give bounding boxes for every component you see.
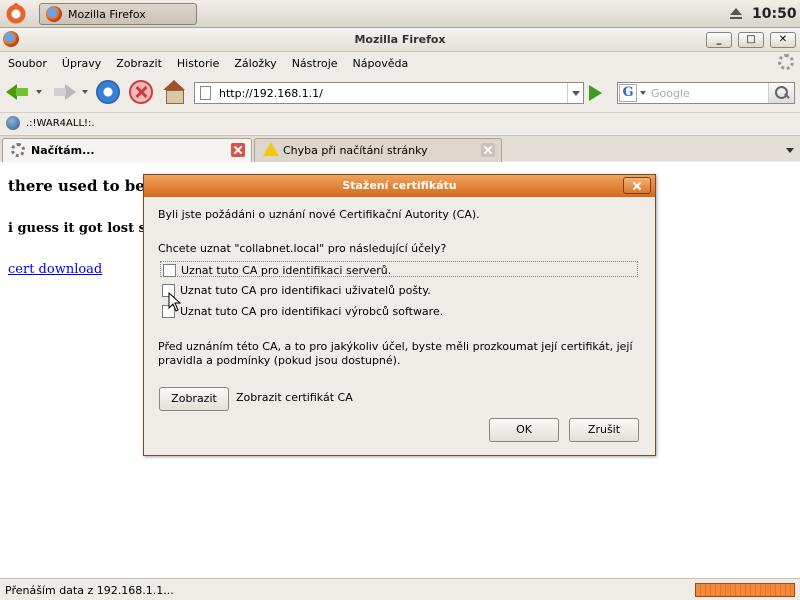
- ok-button[interactable]: OK: [489, 418, 559, 442]
- url-bar[interactable]: http://192.168.1.1/: [194, 82, 584, 104]
- tab-label: Načítám...: [31, 144, 95, 157]
- tab-list-dropdown-icon[interactable]: [780, 138, 800, 162]
- google-icon[interactable]: G: [619, 84, 637, 102]
- forward-history-dropdown-icon[interactable]: [82, 90, 88, 94]
- search-placeholder[interactable]: Google: [651, 87, 690, 100]
- trust-software-label[interactable]: Uznat tuto CA pro identifikaci výrobců s…: [180, 305, 443, 318]
- go-arrow-icon[interactable]: [589, 85, 602, 101]
- mouse-cursor-icon: [168, 292, 182, 312]
- throbber-icon: [778, 54, 794, 70]
- search-box[interactable]: G Google: [617, 82, 795, 104]
- dialog-title: Stažení certifikátu: [342, 179, 457, 192]
- firefox-icon: [46, 6, 62, 22]
- navigation-toolbar: http://192.168.1.1/ G Google: [0, 74, 800, 110]
- status-text: Přenáším data z 192.168.1.1...: [5, 584, 174, 597]
- top-panel: Mozilla Firefox 10:50: [0, 0, 800, 28]
- eject-icon[interactable]: [729, 7, 743, 21]
- trust-email-label[interactable]: Uznat tuto CA pro identifikaci uživatelů…: [180, 284, 431, 297]
- loading-progress-bar: [695, 583, 795, 597]
- dialog-question: Byli jste požádáni o uznání nové Certifi…: [158, 208, 480, 221]
- home-icon[interactable]: [162, 80, 186, 104]
- page-paragraph: i guess it got lost sor: [8, 221, 162, 236]
- cert-download-link[interactable]: cert download: [8, 262, 102, 277]
- taskbar-label: Mozilla Firefox: [68, 7, 146, 21]
- search-engine-dropdown-icon[interactable]: [640, 91, 646, 95]
- tab-close-icon[interactable]: [481, 143, 495, 157]
- status-bar: Přenáším data z 192.168.1.1...: [0, 578, 800, 600]
- close-window-button[interactable]: ✕: [770, 32, 796, 48]
- tab-label: Chyba při načítání stránky: [283, 144, 428, 157]
- bookmark-favicon-icon: [6, 116, 20, 130]
- page-heading: there used to be: [8, 177, 145, 195]
- bookmark-item[interactable]: .:!WAR4ALL!:.: [26, 118, 95, 129]
- menu-bar: Soubor Úpravy Zobrazit Historie Záložky …: [0, 52, 800, 74]
- tab-close-icon[interactable]: [231, 143, 245, 157]
- view-certificate-description: Zobrazit certifikát CA: [236, 391, 353, 404]
- taskbar-firefox-button[interactable]: Mozilla Firefox: [39, 3, 197, 25]
- window-title: Mozilla Firefox: [354, 33, 446, 46]
- menu-soubor[interactable]: Soubor: [8, 57, 47, 70]
- trust-servers-label[interactable]: Uznat tuto CA pro identifikaci serverů.: [181, 264, 391, 277]
- cancel-button[interactable]: Zrušit: [569, 418, 639, 442]
- trust-servers-option[interactable]: Uznat tuto CA pro identifikaci serverů.: [160, 261, 638, 277]
- trust-servers-checkbox[interactable]: [163, 264, 176, 277]
- back-arrow-icon[interactable]: [6, 80, 30, 104]
- menu-napoveda[interactable]: Nápověda: [353, 57, 409, 70]
- dialog-purpose: Chcete uznat "collabnet.local" pro násle…: [158, 242, 447, 255]
- dialog-warning: Před uznáním této CA, a to pro jakýkoliv…: [158, 340, 633, 367]
- ubuntu-logo-icon[interactable]: [6, 3, 26, 24]
- page-icon: [200, 86, 211, 100]
- maximize-button[interactable]: □: [738, 32, 764, 48]
- url-text[interactable]: http://192.168.1.1/: [219, 87, 323, 100]
- dialog-titlebar: Stažení certifikátu: [144, 175, 655, 197]
- tab-error[interactable]: Chyba při načítání stránky: [254, 138, 502, 162]
- clock[interactable]: 10:50: [752, 6, 797, 22]
- view-certificate-button[interactable]: Zobrazit: [159, 387, 229, 411]
- menu-zalozky[interactable]: Záložky: [234, 57, 276, 70]
- tab-bar: Načítám... Chyba při načítání stránky: [0, 135, 800, 162]
- minimize-button[interactable]: _: [706, 32, 732, 48]
- search-magnifier-icon[interactable]: [768, 83, 794, 103]
- bookmarks-toolbar: .:!WAR4ALL!:.: [0, 112, 800, 134]
- stop-icon[interactable]: [129, 80, 153, 104]
- certificate-download-dialog: Stažení certifikátu Byli jste požádáni o…: [143, 174, 656, 456]
- menu-upravy[interactable]: Úpravy: [62, 57, 101, 70]
- reload-icon[interactable]: [96, 80, 120, 104]
- forward-arrow-icon[interactable]: [52, 80, 76, 104]
- menu-nastroje[interactable]: Nástroje: [292, 57, 338, 70]
- url-dropdown-icon[interactable]: [567, 83, 583, 103]
- window-titlebar: Mozilla Firefox _ □ ✕: [0, 28, 800, 52]
- trust-software-option[interactable]: Uznat tuto CA pro identifikaci výrobců s…: [160, 303, 638, 319]
- menu-historie[interactable]: Historie: [177, 57, 219, 70]
- trust-email-option[interactable]: Uznat tuto CA pro identifikaci uživatelů…: [160, 282, 638, 298]
- loading-spinner-icon: [11, 143, 25, 157]
- back-history-dropdown-icon[interactable]: [36, 90, 42, 94]
- tab-loading[interactable]: Načítám...: [2, 138, 252, 162]
- dialog-close-icon[interactable]: [623, 177, 651, 194]
- menu-zobrazit[interactable]: Zobrazit: [116, 57, 162, 70]
- warning-icon: [263, 142, 279, 156]
